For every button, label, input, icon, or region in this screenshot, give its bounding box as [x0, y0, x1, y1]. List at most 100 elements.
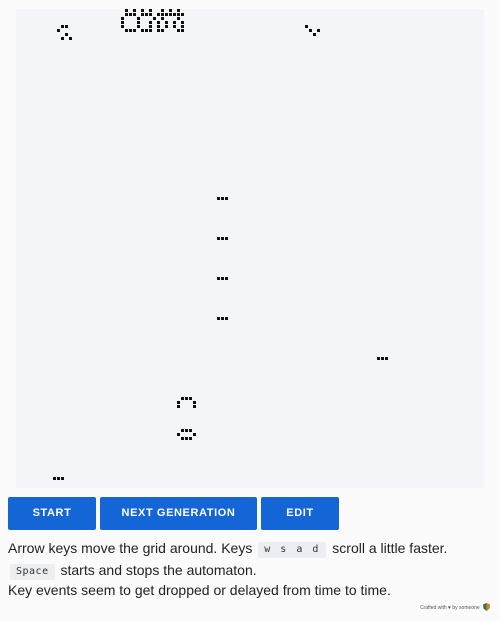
live-cell[interactable]: [141, 29, 144, 32]
credit-text: Crafted with ♥ by someone: [419, 605, 480, 611]
live-cell[interactable]: [225, 277, 228, 280]
live-cell[interactable]: [149, 9, 152, 12]
live-cell[interactable]: [137, 25, 140, 28]
live-cell[interactable]: [145, 29, 148, 32]
live-cell[interactable]: [381, 357, 384, 360]
live-cell[interactable]: [177, 13, 180, 16]
live-cell[interactable]: [177, 17, 180, 20]
live-cell[interactable]: [141, 9, 144, 12]
live-cell[interactable]: [169, 13, 172, 16]
live-cell[interactable]: [61, 37, 64, 40]
live-cell[interactable]: [53, 477, 56, 480]
live-cell[interactable]: [157, 21, 160, 24]
live-cell[interactable]: [65, 33, 68, 36]
live-cell[interactable]: [129, 13, 132, 16]
live-cell[interactable]: [221, 277, 224, 280]
live-cell[interactable]: [217, 317, 220, 320]
footer-credit[interactable]: Crafted with ♥ by someone: [420, 603, 490, 611]
live-cell[interactable]: [125, 9, 128, 12]
live-cell[interactable]: [157, 25, 160, 28]
live-cell[interactable]: [61, 25, 64, 28]
grid-canvas[interactable]: [16, 9, 484, 488]
start-button[interactable]: START: [8, 497, 96, 530]
live-cell[interactable]: [149, 25, 152, 28]
live-cell[interactable]: [65, 25, 68, 28]
live-cell[interactable]: [133, 13, 136, 16]
live-cell[interactable]: [185, 429, 188, 432]
live-cell[interactable]: [221, 317, 224, 320]
live-cell[interactable]: [161, 9, 164, 12]
live-cell[interactable]: [181, 397, 184, 400]
live-cell[interactable]: [189, 397, 192, 400]
live-cell[interactable]: [189, 437, 192, 440]
live-cell[interactable]: [181, 21, 184, 24]
live-cell[interactable]: [165, 13, 168, 16]
live-cell[interactable]: [165, 21, 168, 24]
live-cell[interactable]: [165, 25, 168, 28]
live-cell[interactable]: [121, 17, 124, 20]
live-cell[interactable]: [153, 17, 156, 20]
live-cell[interactable]: [225, 317, 228, 320]
live-cell[interactable]: [173, 21, 176, 24]
live-cell[interactable]: [133, 9, 136, 12]
live-cell[interactable]: [61, 477, 64, 480]
live-cell[interactable]: [309, 29, 312, 32]
live-cell[interactable]: [137, 21, 140, 24]
next-generation-button[interactable]: NEXT GENERATION: [100, 497, 257, 530]
live-cell[interactable]: [217, 277, 220, 280]
game-of-life-grid[interactable]: [16, 9, 484, 488]
live-cell[interactable]: [181, 29, 184, 32]
live-cell[interactable]: [181, 13, 184, 16]
live-cell[interactable]: [181, 429, 184, 432]
live-cell[interactable]: [225, 197, 228, 200]
live-cell[interactable]: [121, 21, 124, 24]
live-cell[interactable]: [133, 29, 136, 32]
live-cell[interactable]: [157, 29, 160, 32]
live-cell[interactable]: [173, 13, 176, 16]
live-cell[interactable]: [177, 9, 180, 12]
live-cell[interactable]: [141, 13, 144, 16]
live-cell[interactable]: [385, 357, 388, 360]
live-cell[interactable]: [57, 29, 60, 32]
live-cell[interactable]: [157, 13, 160, 16]
live-cell[interactable]: [125, 29, 128, 32]
live-cell[interactable]: [193, 405, 196, 408]
live-cell[interactable]: [313, 33, 316, 36]
pattern-ring: [177, 429, 196, 440]
live-cell[interactable]: [177, 405, 180, 408]
live-cell[interactable]: [125, 13, 128, 16]
live-cell[interactable]: [189, 429, 192, 432]
live-cell[interactable]: [193, 401, 196, 404]
live-cell[interactable]: [173, 25, 176, 28]
live-cell[interactable]: [377, 357, 380, 360]
live-cell[interactable]: [317, 29, 320, 32]
live-cell[interactable]: [137, 17, 140, 20]
live-cell[interactable]: [145, 13, 148, 16]
live-cell[interactable]: [161, 17, 164, 20]
live-cell[interactable]: [185, 437, 188, 440]
live-cell[interactable]: [221, 197, 224, 200]
live-cell[interactable]: [217, 237, 220, 240]
live-cell[interactable]: [193, 433, 196, 436]
live-cell[interactable]: [305, 25, 308, 28]
live-cell[interactable]: [149, 13, 152, 16]
edit-button[interactable]: EDIT: [261, 497, 339, 530]
live-cell[interactable]: [185, 397, 188, 400]
live-cell[interactable]: [169, 9, 172, 12]
live-cell[interactable]: [181, 437, 184, 440]
live-cell[interactable]: [149, 29, 152, 32]
live-cell[interactable]: [177, 433, 180, 436]
live-cell[interactable]: [177, 29, 180, 32]
live-cell[interactable]: [217, 197, 220, 200]
live-cell[interactable]: [181, 25, 184, 28]
live-cell[interactable]: [129, 29, 132, 32]
live-cell[interactable]: [149, 21, 152, 24]
live-cell[interactable]: [69, 37, 72, 40]
live-cell[interactable]: [161, 29, 164, 32]
live-cell[interactable]: [121, 25, 124, 28]
live-cell[interactable]: [177, 401, 180, 404]
live-cell[interactable]: [57, 477, 60, 480]
live-cell[interactable]: [221, 237, 224, 240]
live-cell[interactable]: [161, 13, 164, 16]
live-cell[interactable]: [225, 237, 228, 240]
